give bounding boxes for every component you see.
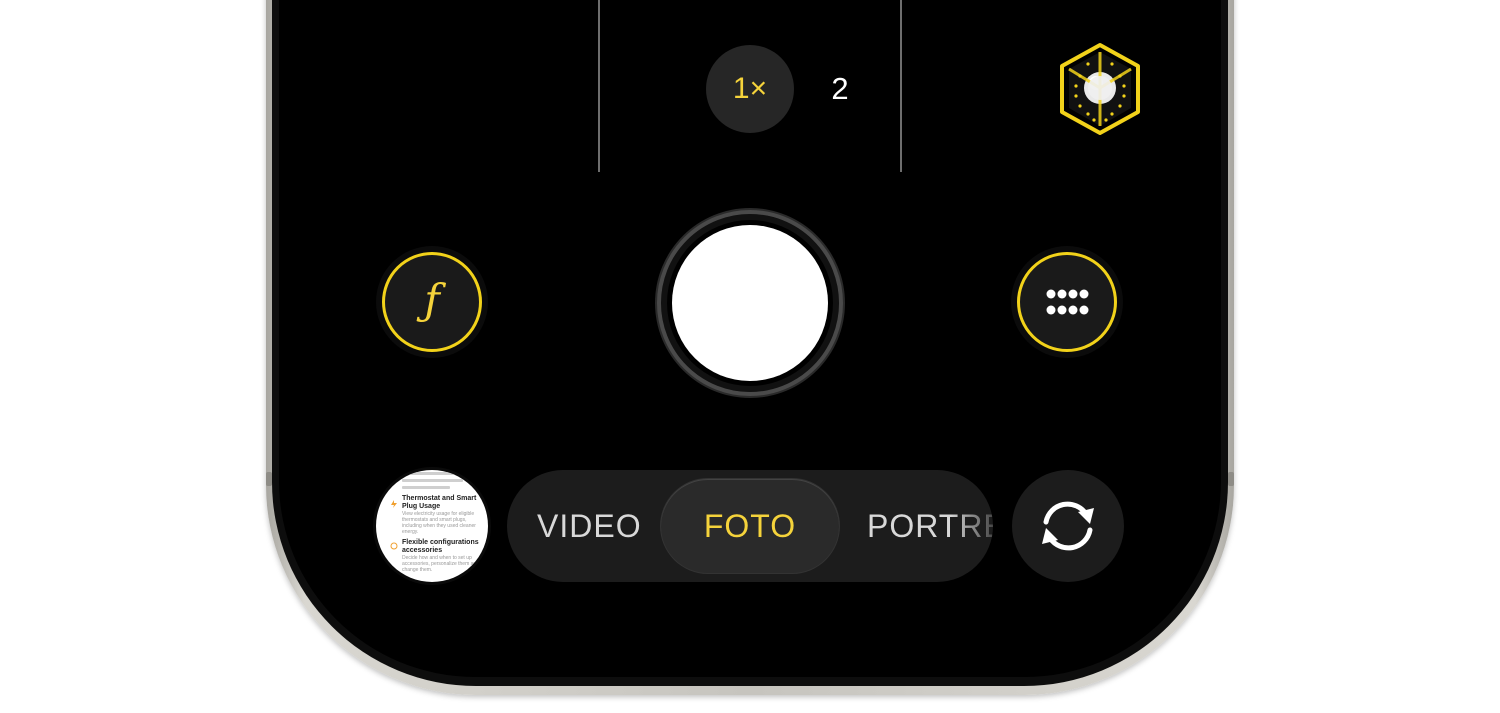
thumbnail-text-line xyxy=(402,486,450,489)
mode-foto[interactable]: FOTO xyxy=(661,506,839,546)
grid-dots-icon xyxy=(1046,289,1089,315)
thumbnail-entry-title: Flexible configurations accessories xyxy=(402,539,479,554)
mode-portrait[interactable]: PORTRE xyxy=(867,506,993,546)
viewfinder-grid-line xyxy=(900,0,902,172)
zoom-1x-label: 1× xyxy=(732,72,768,105)
thumbnail-entry-title: Thermostat and Smart Plug Usage xyxy=(402,495,477,510)
camera-mode-selector[interactable]: VIDEO FOTO PORTRE xyxy=(507,470,993,582)
thumbnail-entry-body: Decide how and when to set up accessorie… xyxy=(402,555,479,573)
aperture-button[interactable]: ƒ xyxy=(382,252,482,352)
shutter-core xyxy=(672,225,828,381)
accessory-icon xyxy=(390,542,398,550)
thumbnail-text-line xyxy=(402,472,458,475)
mode-video[interactable]: VIDEO xyxy=(537,506,642,546)
energy-icon xyxy=(391,500,397,508)
zoom-1x-button[interactable]: 1× xyxy=(706,45,794,133)
thumbnail-text-line xyxy=(402,479,463,482)
viewfinder-grid-line xyxy=(598,0,600,172)
thumbnail-entry-body: View electricity usage for eligible ther… xyxy=(402,511,476,535)
zoom-2x-label: 2 xyxy=(831,71,849,106)
camera-flip-icon xyxy=(1042,501,1094,551)
camera-screenshot: 1× 2 ƒ Thermostat and Smart Plug Usage V… xyxy=(0,0,1500,713)
spatial-cube-icon xyxy=(1060,43,1140,135)
phone-side-button xyxy=(1228,472,1234,486)
aperture-f-icon: ƒ xyxy=(424,275,440,324)
photo-library-thumbnail[interactable]: Thermostat and Smart Plug Usage View ele… xyxy=(376,470,488,582)
camera-controls-button[interactable] xyxy=(1017,252,1117,352)
zoom-2x-button[interactable]: 2 xyxy=(812,62,868,116)
spatial-photo-button[interactable] xyxy=(1058,42,1142,136)
thumbnail-preview: Thermostat and Smart Plug Usage View ele… xyxy=(402,470,482,579)
flip-camera-button[interactable] xyxy=(1012,470,1124,582)
shutter-button[interactable] xyxy=(657,210,843,396)
